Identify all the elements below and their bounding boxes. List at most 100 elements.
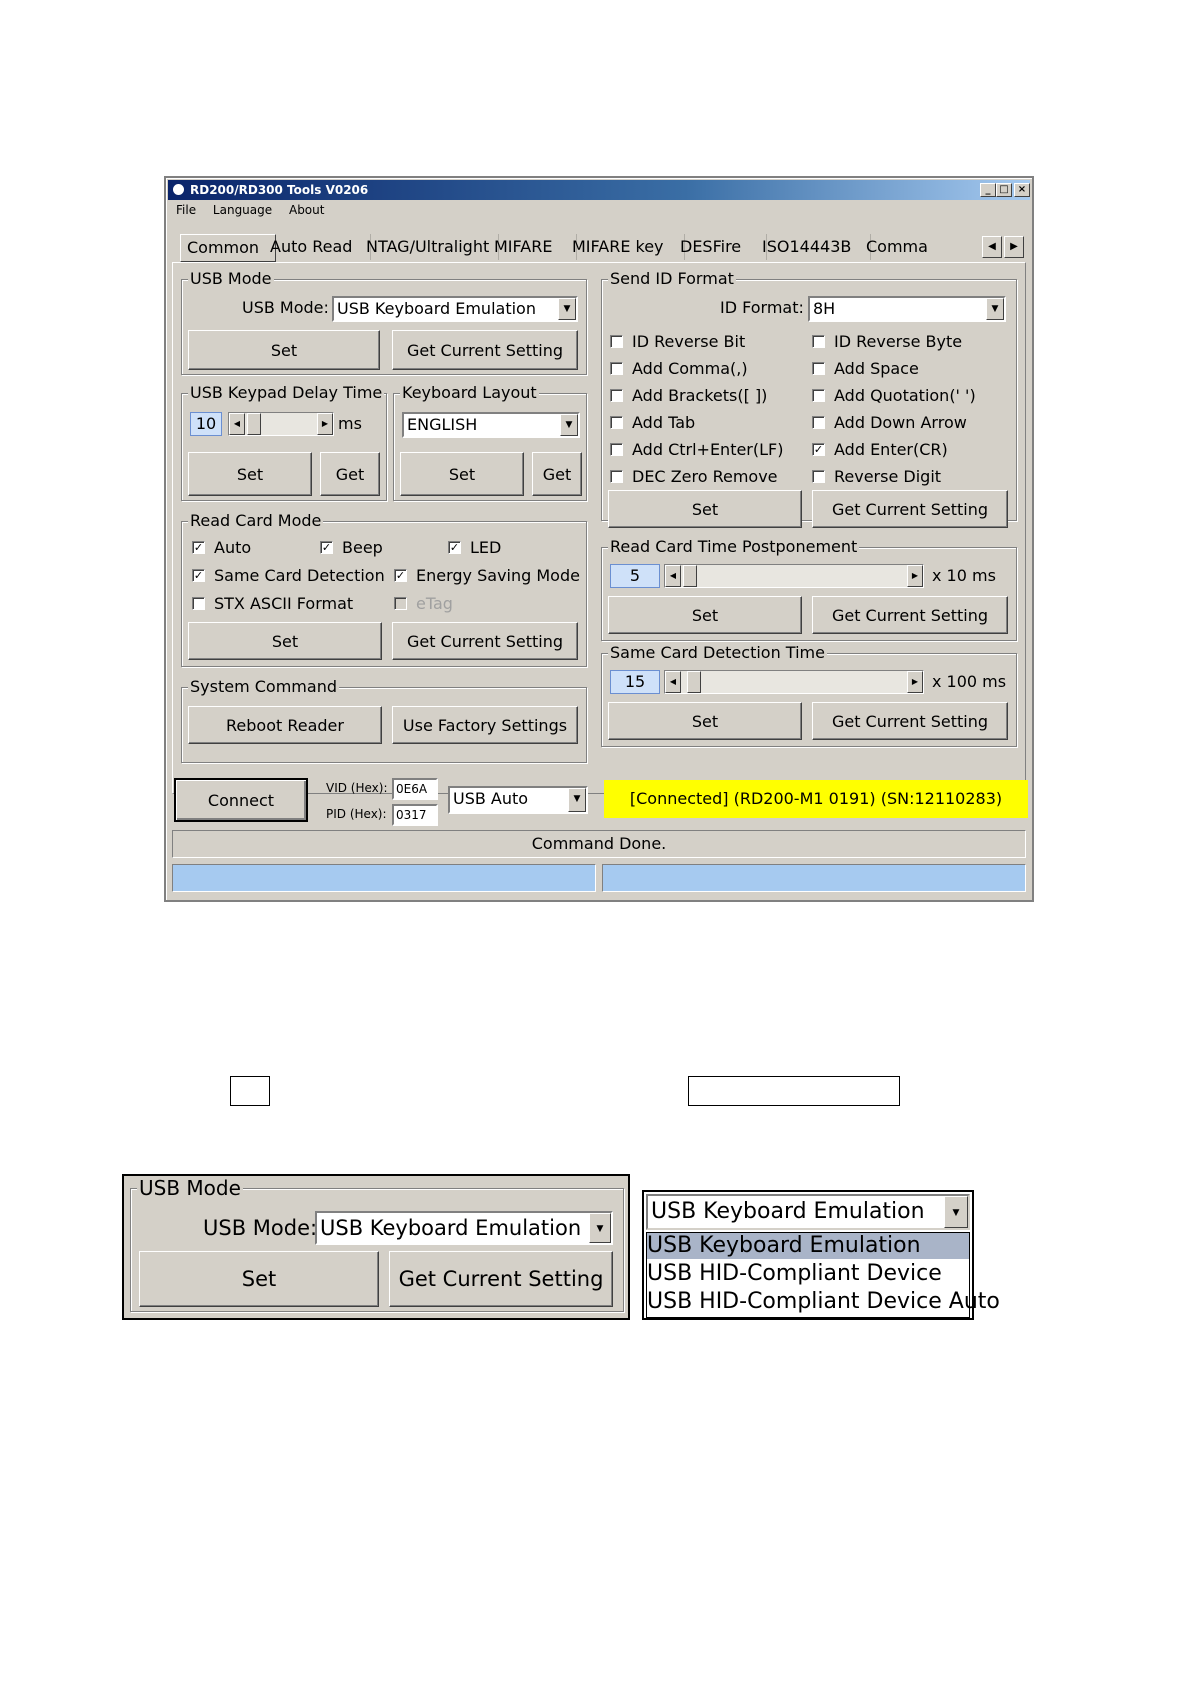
same-card-time-slider[interactable]: ◀ ▶ (664, 670, 924, 694)
tab-desfire[interactable]: DESFire (674, 234, 767, 260)
close-icon[interactable]: × (1014, 183, 1030, 197)
dropdown-option[interactable]: USB Keyboard Emulation (647, 1233, 969, 1259)
checkbox-box[interactable] (812, 362, 825, 375)
reboot-reader-button[interactable]: Reboot Reader (188, 706, 382, 744)
dropdown-option[interactable]: USB HID-Compliant Device (647, 1261, 969, 1287)
check-icon[interactable]: ✓ (448, 541, 461, 554)
chevron-down-icon[interactable]: ▼ (986, 298, 1004, 320)
id-format-select[interactable]: 8H ▼ (808, 296, 1006, 322)
checkbox-auto[interactable]: ✓ Auto (192, 538, 251, 558)
checkbox-box[interactable] (812, 416, 825, 429)
checkbox-box[interactable] (610, 389, 623, 402)
postponement-get-button[interactable]: Get Current Setting (812, 596, 1008, 634)
tab-mifare-key[interactable]: MIFARE key (566, 234, 685, 260)
checkbox-add-tab[interactable]: Add Tab (610, 413, 695, 433)
checkbox-add-ctrl-enter[interactable]: Add Ctrl+Enter(LF) (610, 440, 783, 460)
checkbox-box[interactable] (610, 416, 623, 429)
chevron-down-icon[interactable]: ▼ (560, 414, 578, 436)
menu-about[interactable]: About (289, 200, 324, 220)
keypad-delay-set-button[interactable]: Set (188, 452, 312, 496)
chevron-down-icon[interactable]: ▼ (558, 298, 576, 320)
checkbox-add-space[interactable]: Add Space (812, 359, 919, 379)
checkbox-add-quotation[interactable]: Add Quotation(' ') (812, 386, 976, 406)
keyboard-layout-set-button[interactable]: Set (400, 452, 524, 496)
slider-right-icon[interactable]: ▶ (907, 565, 923, 587)
tab-mifare[interactable]: MIFARE (488, 234, 577, 260)
checkbox-box[interactable] (812, 470, 825, 483)
checkbox-box[interactable] (610, 470, 623, 483)
usb-mode-get-button[interactable]: Get Current Setting (392, 330, 578, 370)
checkbox-id-reverse-bit[interactable]: ID Reverse Bit (610, 332, 745, 352)
read-card-mode-get-button[interactable]: Get Current Setting (392, 622, 578, 660)
dropdown-option[interactable]: USB HID-Compliant Device Auto (647, 1289, 1000, 1315)
slider-thumb[interactable] (683, 565, 697, 587)
tab-command[interactable]: Comma (860, 234, 938, 260)
factory-settings-button[interactable]: Use Factory Settings (392, 706, 578, 744)
chevron-down-icon[interactable]: ▼ (589, 1213, 611, 1243)
checkbox-add-enter[interactable]: ✓ Add Enter(CR) (812, 440, 948, 460)
keypad-delay-value[interactable]: 10 (190, 412, 222, 436)
checkbox-add-down-arrow[interactable]: Add Down Arrow (812, 413, 967, 433)
keypad-delay-slider[interactable]: ◀ ▶ (228, 412, 334, 436)
vid-input[interactable]: 0E6A (392, 778, 438, 800)
connect-button[interactable]: Connect (174, 778, 308, 822)
maximize-icon[interactable]: □ (996, 183, 1012, 197)
checkbox-box[interactable] (812, 389, 825, 402)
check-icon[interactable]: ✓ (192, 541, 205, 554)
checkbox-beep[interactable]: ✓ Beep (320, 538, 383, 558)
check-icon[interactable]: ✓ (394, 569, 407, 582)
slider-thumb[interactable] (687, 671, 701, 693)
checkbox-stx-ascii[interactable]: STX ASCII Format (192, 594, 353, 614)
slider-right-icon[interactable]: ▶ (907, 671, 923, 693)
connection-mode-select[interactable]: USB Auto ▼ (448, 786, 588, 814)
same-card-time-get-button[interactable]: Get Current Setting (812, 702, 1008, 740)
send-id-format-set-button[interactable]: Set (608, 490, 802, 528)
menu-file[interactable]: File (176, 200, 196, 220)
pid-input[interactable]: 0317 (392, 804, 438, 826)
slider-right-icon[interactable]: ▶ (317, 413, 333, 435)
postponement-slider[interactable]: ◀ ▶ (664, 564, 924, 588)
check-icon[interactable]: ✓ (320, 541, 333, 554)
chevron-down-icon[interactable]: ▼ (568, 788, 586, 812)
keypad-delay-get-button[interactable]: Get (320, 452, 380, 496)
send-id-format-get-button[interactable]: Get Current Setting (812, 490, 1008, 528)
tab-ntag-ultralight[interactable]: NTAG/Ultralight (360, 234, 499, 260)
tab-iso14443b[interactable]: ISO14443B (756, 234, 871, 260)
zoom-dropdown-select[interactable]: USB Keyboard Emulation ▼ (646, 1194, 970, 1230)
tab-common[interactable]: Common (180, 234, 276, 262)
checkbox-add-brackets[interactable]: Add Brackets([ ]) (610, 386, 767, 406)
usb-mode-set-button[interactable]: Set (188, 330, 380, 370)
slider-left-icon[interactable]: ◀ (665, 671, 681, 693)
checkbox-add-comma[interactable]: Add Comma(,) (610, 359, 748, 379)
usb-mode-select[interactable]: USB Keyboard Emulation ▼ (332, 296, 578, 322)
same-card-time-value[interactable]: 15 (610, 670, 660, 694)
checkbox-id-reverse-byte[interactable]: ID Reverse Byte (812, 332, 962, 352)
checkbox-box[interactable] (610, 362, 623, 375)
zoom-usb-mode-get-button[interactable]: Get Current Setting (389, 1251, 613, 1307)
keyboard-layout-select[interactable]: ENGLISH ▼ (402, 412, 580, 438)
tab-scroll-left-icon[interactable]: ◀ (982, 236, 1002, 258)
tab-scroll-right-icon[interactable]: ▶ (1004, 236, 1024, 258)
menu-language[interactable]: Language (213, 200, 272, 220)
check-icon[interactable]: ✓ (812, 443, 825, 456)
minimize-icon[interactable]: _ (980, 183, 996, 197)
checkbox-box[interactable] (610, 443, 623, 456)
checkbox-same-card-detection[interactable]: ✓ Same Card Detection (192, 566, 385, 586)
title-bar[interactable]: RD200/RD300 Tools V0206 _ □ × (168, 180, 1030, 200)
tab-auto-read[interactable]: Auto Read (264, 234, 371, 260)
zoom-usb-mode-select[interactable]: USB Keyboard Emulation ▼ (315, 1211, 613, 1245)
keyboard-layout-get-button[interactable]: Get (532, 452, 582, 496)
checkbox-box[interactable] (610, 335, 623, 348)
checkbox-dec-zero-remove[interactable]: DEC Zero Remove (610, 467, 778, 487)
postponement-set-button[interactable]: Set (608, 596, 802, 634)
slider-left-icon[interactable]: ◀ (665, 565, 681, 587)
checkbox-reverse-digit[interactable]: Reverse Digit (812, 467, 941, 487)
checkbox-led[interactable]: ✓ LED (448, 538, 501, 558)
same-card-time-set-button[interactable]: Set (608, 702, 802, 740)
postponement-value[interactable]: 5 (610, 564, 660, 588)
slider-left-icon[interactable]: ◀ (229, 413, 245, 435)
chevron-down-icon[interactable]: ▼ (944, 1196, 968, 1228)
slider-thumb[interactable] (247, 413, 261, 435)
checkbox-box[interactable] (812, 335, 825, 348)
check-icon[interactable]: ✓ (192, 569, 205, 582)
